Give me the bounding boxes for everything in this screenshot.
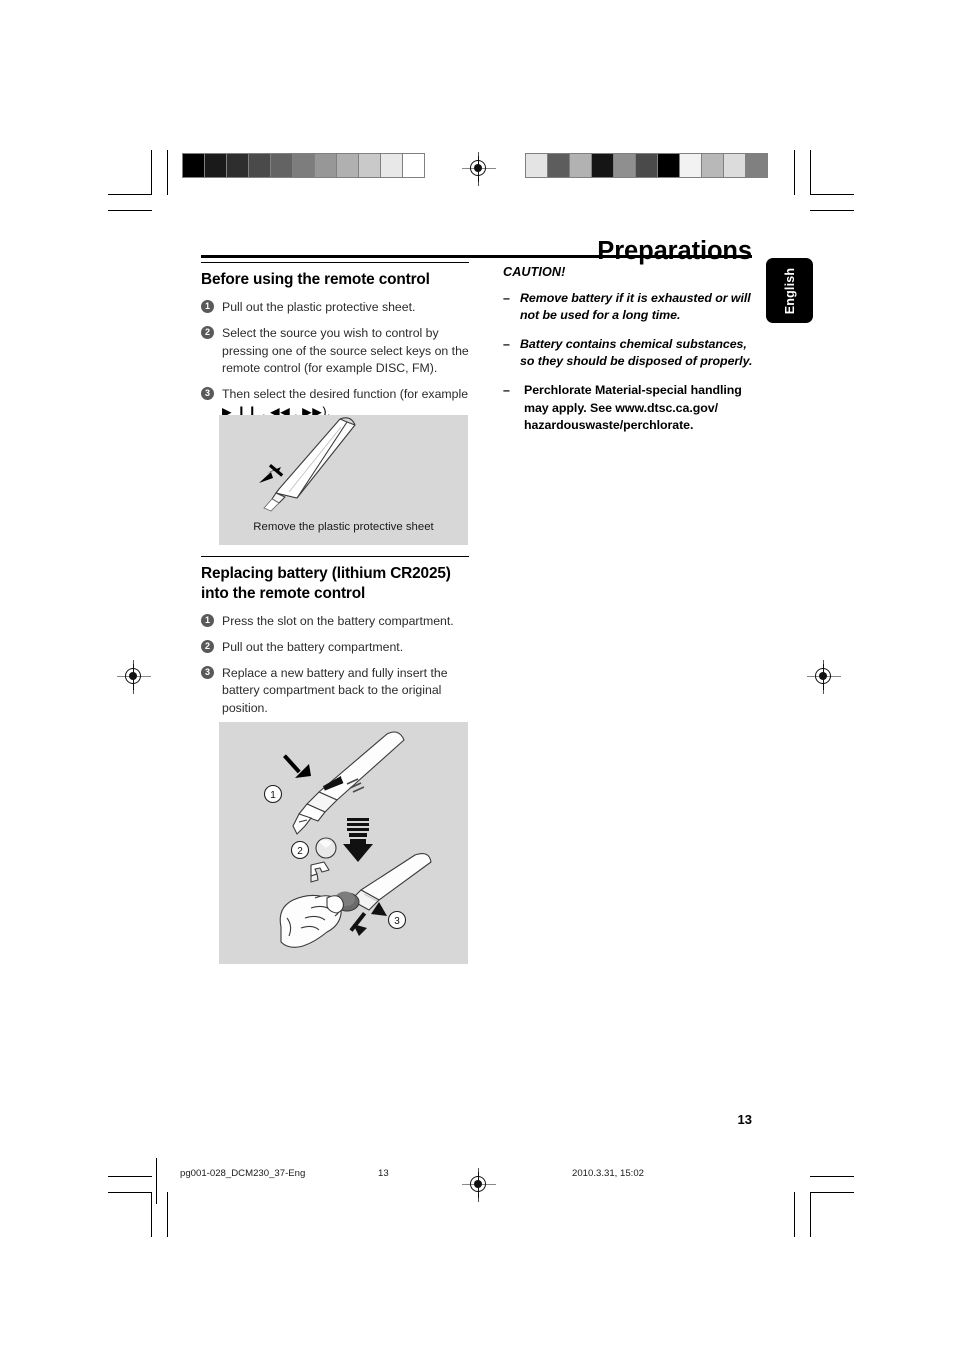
language-tab: English bbox=[766, 258, 813, 323]
registration-mark-bottom-center bbox=[462, 1168, 496, 1202]
calibration-swatch bbox=[403, 154, 424, 177]
section-divider-before-remote bbox=[201, 262, 469, 264]
list-item: – Remove battery if it is exhausted or w… bbox=[503, 290, 755, 324]
left-column: Before using the remote control 1 Pull o… bbox=[201, 262, 469, 431]
calibration-swatch bbox=[636, 154, 658, 177]
caution-text: Remove battery if it is exhausted or wil… bbox=[520, 291, 751, 323]
dash-bullet: – bbox=[503, 291, 510, 305]
calibration-swatch bbox=[293, 154, 315, 177]
calibration-swatch bbox=[614, 154, 636, 177]
dash-bullet: – bbox=[503, 337, 510, 352]
calibration-swatch bbox=[570, 154, 592, 177]
calibration-swatch bbox=[205, 154, 227, 177]
registration-mark-right bbox=[807, 660, 841, 694]
calibration-swatch bbox=[680, 154, 702, 177]
dash-bullet: – bbox=[503, 383, 510, 398]
calibration-strip-right bbox=[525, 153, 768, 178]
calibration-swatch bbox=[592, 154, 614, 177]
caution-title: CAUTION! bbox=[503, 265, 566, 279]
crop-mark-bottom-left bbox=[108, 1172, 188, 1237]
calibration-strip-left bbox=[182, 153, 425, 178]
list-item: – Battery contains chemical substances, … bbox=[503, 336, 755, 370]
footer-page-number: 13 bbox=[378, 1168, 389, 1179]
step-number: 3 bbox=[201, 665, 214, 679]
right-column: CAUTION! – Remove battery if it is exhau… bbox=[503, 265, 755, 446]
step-text: Then select the desired function (for ex… bbox=[222, 386, 469, 401]
svg-text:2: 2 bbox=[297, 846, 303, 857]
step-number: 1 bbox=[201, 613, 214, 627]
step-number: 3 bbox=[201, 386, 214, 400]
list-item: – Perchlorate Material-special handling … bbox=[503, 382, 755, 433]
step-text: Replace a new battery and fully insert t… bbox=[222, 665, 448, 715]
steps-before-using-remote: 1 Pull out the plastic protective sheet.… bbox=[201, 299, 469, 422]
title-divider bbox=[201, 255, 752, 258]
page-title: Preparations bbox=[597, 237, 752, 266]
battery-replacement-illustration: 1 2 3 bbox=[219, 722, 468, 964]
crop-mark-bottom-right bbox=[794, 1172, 854, 1237]
step-text: Press the slot on the battery compartmen… bbox=[222, 613, 454, 628]
step-text: Select the source you wish to control by… bbox=[222, 326, 469, 375]
calibration-swatch bbox=[658, 154, 680, 177]
heading-before-using-remote: Before using the remote control bbox=[201, 271, 430, 289]
crop-mark-top-left bbox=[108, 150, 188, 212]
steps-replacing-battery: 1 Press the slot on the battery compartm… bbox=[201, 613, 469, 717]
calibration-swatch bbox=[315, 154, 337, 177]
step-number: 1 bbox=[201, 300, 214, 314]
calibration-swatch bbox=[227, 154, 249, 177]
section-divider-before-battery bbox=[201, 556, 469, 558]
calibration-swatch bbox=[249, 154, 271, 177]
calibration-swatch bbox=[337, 154, 359, 177]
step-number: 2 bbox=[201, 639, 214, 653]
calibration-swatch bbox=[381, 154, 403, 177]
calibration-swatch bbox=[526, 154, 548, 177]
list-item: 2 Select the source you wish to control … bbox=[201, 325, 469, 377]
remote-protective-sheet-illustration: Remove the plastic protective sheet bbox=[219, 415, 468, 545]
heading-replacing-battery: Replacing battery (lithium CR2025) into … bbox=[201, 565, 451, 603]
footer-divider bbox=[156, 1158, 157, 1204]
calibration-swatch bbox=[359, 154, 381, 177]
caution-text: Perchlorate Material-special handling ma… bbox=[524, 383, 742, 432]
list-item: 1 Pull out the plastic protective sheet. bbox=[201, 299, 469, 316]
calibration-swatch bbox=[746, 154, 767, 177]
list-item: 1 Press the slot on the battery compartm… bbox=[201, 613, 469, 630]
calibration-swatch bbox=[702, 154, 724, 177]
list-item: 3 Replace a new battery and fully insert… bbox=[201, 665, 469, 717]
step-text: Pull out the plastic protective sheet. bbox=[222, 300, 416, 315]
page-number: 13 bbox=[737, 1112, 752, 1127]
footer-timestamp: 2010.3.31, 15:02 bbox=[572, 1168, 645, 1179]
registration-mark-left bbox=[117, 660, 151, 694]
registration-mark-top-center bbox=[462, 152, 496, 186]
calibration-swatch bbox=[271, 154, 293, 177]
step-number: 2 bbox=[201, 326, 214, 340]
calibration-swatch bbox=[548, 154, 570, 177]
figure-caption: Remove the plastic protective sheet bbox=[253, 521, 434, 533]
svg-text:3: 3 bbox=[394, 916, 400, 927]
footer-filename: pg001-028_DCM230_37-Eng bbox=[180, 1168, 306, 1179]
language-tab-label: English bbox=[782, 267, 797, 314]
list-item: 2 Pull out the battery compartment. bbox=[201, 639, 469, 656]
caution-list: – Remove battery if it is exhausted or w… bbox=[503, 290, 755, 434]
svg-text:1: 1 bbox=[270, 790, 276, 801]
battery-section: Replacing battery (lithium CR2025) into … bbox=[201, 556, 469, 726]
step-text: Pull out the battery compartment. bbox=[222, 639, 404, 654]
calibration-swatch bbox=[724, 154, 746, 177]
crop-mark-top-right bbox=[794, 150, 854, 212]
caution-text: Battery contains chemical substances, so… bbox=[520, 337, 753, 369]
